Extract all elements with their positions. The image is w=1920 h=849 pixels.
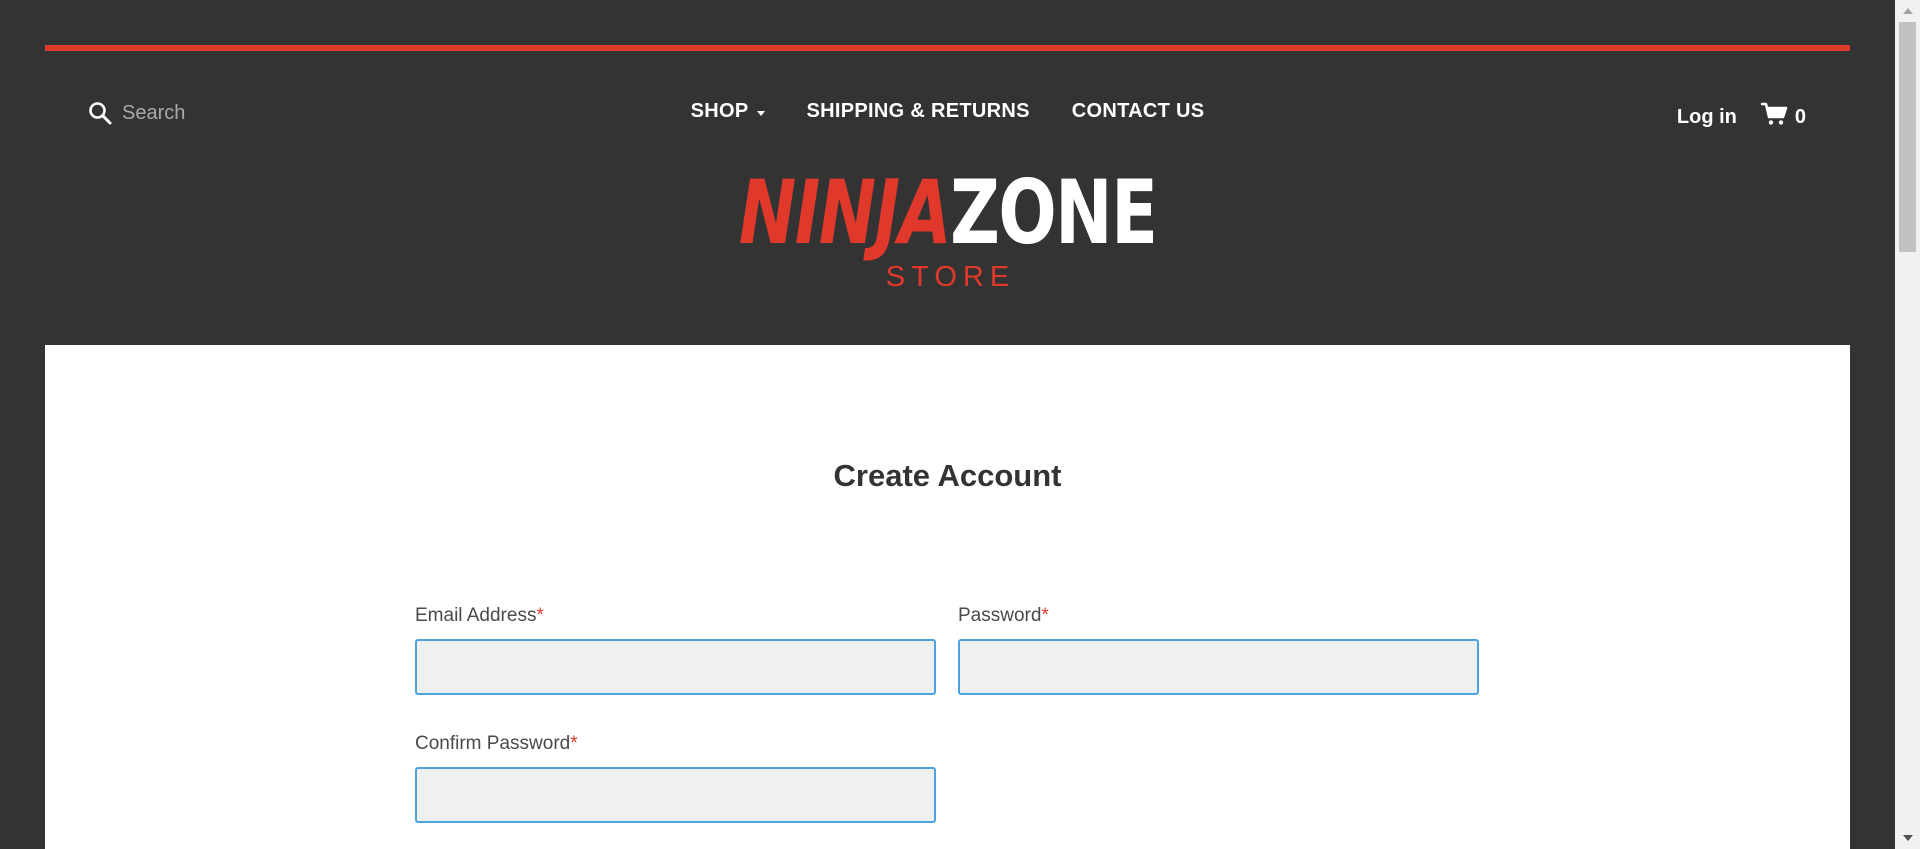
scrollbar-thumb[interactable] [1899, 22, 1916, 252]
email-label: Email Address* [415, 605, 936, 627]
confirm-password-field[interactable] [415, 767, 936, 823]
nav-shipping-returns-label: SHIPPING & RETURNS [806, 100, 1030, 122]
logo-wordmark: NINJA ZONE [738, 161, 1158, 264]
cart-icon [1760, 102, 1789, 132]
logo-part-ninja: NINJA [738, 161, 952, 264]
confirm-password-label: Confirm Password* [415, 733, 936, 755]
chevron-down-icon [756, 111, 765, 116]
confirm-password-field-group: Confirm Password* [415, 733, 936, 823]
vertical-scrollbar[interactable] [1895, 0, 1920, 849]
page-frame: SHOP SHIPPING & RETURNS CONTACT US Log i… [45, 45, 1850, 849]
cart-button[interactable]: 0 [1760, 102, 1806, 132]
nav-contact-us[interactable]: CONTACT US [1072, 100, 1205, 123]
password-required-mark: * [1041, 605, 1049, 626]
browser-viewport: SHOP SHIPPING & RETURNS CONTACT US Log i… [0, 0, 1920, 849]
confirm-password-label-text: Confirm Password [415, 733, 571, 754]
nav-shop[interactable]: SHOP [691, 100, 765, 123]
scroll-up-icon[interactable] [1903, 8, 1913, 14]
email-field-group: Email Address* [415, 605, 936, 695]
site-logo[interactable]: NINJA ZONE STORE [45, 169, 1850, 294]
cart-count: 0 [1794, 105, 1806, 128]
main-content: Create Account Email Address* Password* … [45, 345, 1850, 849]
header-account-area: Log in 0 [1677, 102, 1806, 132]
email-required-mark: * [536, 605, 544, 626]
site-header: SHOP SHIPPING & RETURNS CONTACT US Log i… [45, 51, 1850, 345]
logo-part-zone: ZONE [950, 161, 1158, 264]
scroll-down-icon[interactable] [1903, 835, 1913, 841]
password-field-group: Password* [958, 605, 1479, 695]
email-field[interactable] [415, 639, 936, 695]
nav-contact-us-label: CONTACT US [1071, 100, 1205, 122]
main-nav: SHOP SHIPPING & RETURNS CONTACT US [45, 100, 1850, 123]
nav-shop-label: SHOP [690, 100, 749, 122]
page-title: Create Account [833, 458, 1062, 493]
login-link[interactable]: Log in [1677, 106, 1737, 129]
password-field[interactable] [958, 639, 1479, 695]
nav-shipping-returns[interactable]: SHIPPING & RETURNS [807, 100, 1030, 123]
password-label-text: Password [958, 605, 1042, 626]
logo-subtitle: STORE [885, 261, 1016, 293]
password-label: Password* [958, 605, 1479, 627]
confirm-password-required-mark: * [570, 733, 578, 754]
email-label-text: Email Address [415, 605, 537, 626]
